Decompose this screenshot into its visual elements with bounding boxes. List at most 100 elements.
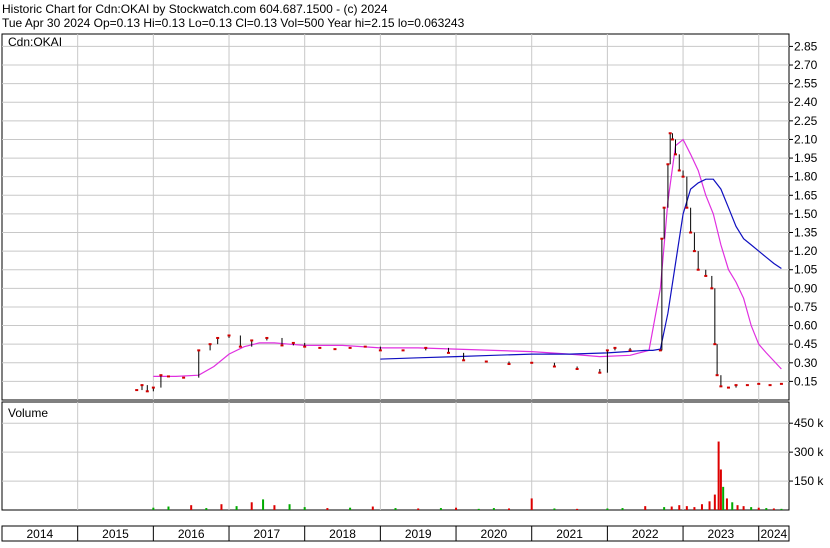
- volume-bar: [220, 504, 223, 510]
- price-point: [303, 345, 307, 348]
- price-point: [348, 346, 352, 349]
- volume-bar: [190, 505, 193, 510]
- price-tick-label: 0.15: [794, 374, 818, 388]
- volume-bar: [717, 441, 720, 510]
- volume-bar: [417, 508, 420, 510]
- volume-bar: [719, 469, 722, 510]
- stock-chart: Historic Chart for Cdn:OKAI by Stockwatc…: [0, 0, 830, 543]
- price-point: [719, 385, 723, 388]
- volume-bar: [644, 506, 647, 510]
- price-tick-label: 0.45: [794, 337, 818, 351]
- volume-bar: [713, 494, 716, 510]
- volume-bar: [731, 502, 734, 510]
- price-point: [677, 169, 681, 172]
- volume-bar: [725, 498, 728, 510]
- price-point: [662, 206, 666, 209]
- price-point: [685, 206, 689, 209]
- volume-bar: [708, 501, 711, 510]
- price-point: [660, 237, 664, 240]
- price-point: [768, 384, 772, 387]
- x-tick-label: 2020: [481, 527, 508, 541]
- price-point: [575, 367, 579, 370]
- price-point: [696, 268, 700, 271]
- price-point: [462, 359, 466, 362]
- price-point: [681, 175, 685, 178]
- price-point: [757, 382, 761, 385]
- x-tick-label: 2015: [102, 527, 129, 541]
- volume-bar: [765, 508, 768, 510]
- price-point: [197, 349, 201, 352]
- price-point: [140, 384, 144, 387]
- price-tick-label: 1.35: [794, 226, 818, 240]
- x-tick-label: 2017: [254, 527, 281, 541]
- price-point: [745, 384, 749, 387]
- price-point: [446, 351, 450, 354]
- volume-bar: [736, 505, 739, 510]
- price-point: [692, 250, 696, 253]
- volume-bar: [371, 506, 374, 510]
- volume-tick-label: 150 k: [794, 474, 824, 488]
- volume-bar: [167, 506, 170, 510]
- price-point: [507, 363, 511, 366]
- price-point: [689, 231, 693, 234]
- price-point: [673, 153, 677, 156]
- price-point: [670, 138, 674, 141]
- price-tick-label: 2.85: [794, 39, 818, 53]
- price-point: [363, 345, 367, 348]
- price-point: [713, 343, 717, 346]
- chart-header-quote: Tue Apr 30 2024 Op=0.13 Hi=0.13 Lo=0.13 …: [2, 16, 465, 30]
- volume-bar: [477, 508, 480, 510]
- chart-canvas: Historic Chart for Cdn:OKAI by Stockwatc…: [1, 2, 824, 542]
- price-point: [378, 349, 382, 352]
- price-tick-label: 1.65: [794, 188, 818, 202]
- x-tick-label: 2022: [632, 527, 659, 541]
- price-point: [668, 132, 672, 135]
- price-tick-label: 1.20: [794, 244, 818, 258]
- volume-panel-label: Volume: [8, 406, 48, 420]
- volume-bar: [663, 507, 666, 510]
- volume-bar: [349, 507, 352, 510]
- volume-bar: [750, 507, 753, 510]
- price-point: [779, 382, 783, 385]
- x-tick-label: 2016: [178, 527, 205, 541]
- volume-bar: [326, 508, 329, 510]
- price-tick-label: 0.60: [794, 319, 818, 333]
- volume-bar: [205, 508, 208, 510]
- volume-bar: [455, 507, 458, 510]
- x-tick-label: 2019: [405, 527, 432, 541]
- volume-bar: [700, 504, 703, 510]
- price-point: [280, 344, 284, 347]
- price-point: [182, 376, 186, 379]
- volume-bar: [262, 499, 265, 510]
- volume-tick-label: 450 k: [794, 416, 824, 430]
- volume-bar: [685, 506, 688, 510]
- volume-bar: [621, 508, 624, 510]
- price-point: [145, 390, 149, 393]
- volume-bar: [530, 498, 533, 510]
- price-point: [613, 346, 617, 349]
- volume-tick-label: 300 k: [794, 445, 824, 459]
- price-point: [250, 339, 254, 342]
- price-tick-label: 1.80: [794, 170, 818, 184]
- price-tick-label: 0.75: [794, 300, 818, 314]
- price-point: [605, 349, 609, 352]
- price-point: [424, 346, 428, 349]
- price-point: [666, 163, 670, 166]
- price-point: [734, 384, 738, 387]
- volume-bar: [576, 508, 579, 510]
- volume-bar: [235, 506, 238, 510]
- price-tick-label: 2.40: [794, 95, 818, 109]
- price-panel: [1, 33, 790, 401]
- volume-bar: [303, 507, 306, 510]
- volume-bar: [670, 506, 673, 510]
- price-point: [530, 361, 534, 364]
- price-tick-label: 2.70: [794, 58, 818, 72]
- price-point: [318, 346, 322, 349]
- volume-bar: [152, 507, 155, 510]
- price-point: [166, 375, 170, 378]
- price-point: [238, 345, 242, 348]
- price-point: [704, 274, 708, 277]
- price-tick-label: 0.30: [794, 356, 818, 370]
- price-point: [291, 341, 295, 344]
- volume-bar: [508, 508, 511, 510]
